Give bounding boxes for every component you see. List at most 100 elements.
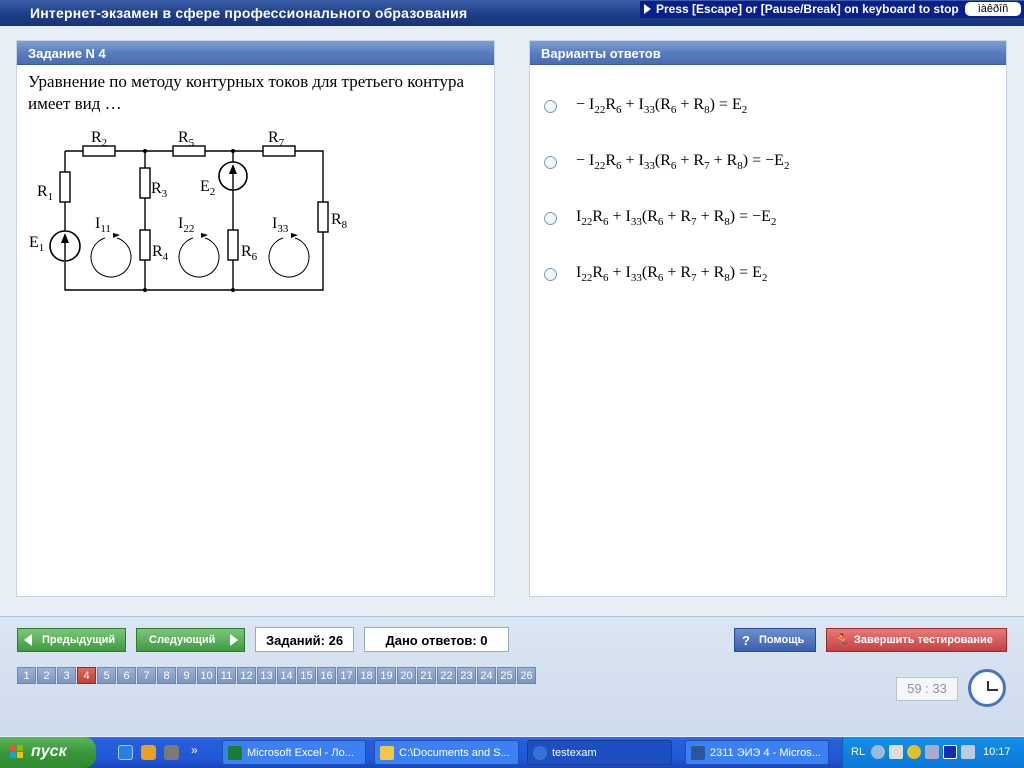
app-icon [533, 746, 547, 760]
page-button[interactable]: 11 [217, 667, 236, 684]
next-button[interactable]: Следующий [136, 628, 245, 652]
label-i33: I33 [272, 215, 289, 235]
label-r4: R4 [152, 243, 169, 263]
arrow-right-icon [230, 634, 238, 646]
escape-hint-bar: Press [Escape] or [Pause/Break] on keybo… [640, 1, 1024, 18]
page-button[interactable]: 16 [317, 667, 336, 684]
answers-panel-header: Варианты ответов [530, 41, 1006, 65]
label-e1: E1 [29, 234, 44, 254]
radio-button[interactable] [544, 212, 557, 225]
word-icon [691, 746, 705, 760]
resistors [59, 145, 329, 261]
question-panel-header: Задание N 4 [17, 41, 494, 65]
radio-button[interactable] [544, 100, 557, 113]
page-button[interactable]: 13 [257, 667, 276, 684]
help-button[interactable]: ? Помощь [734, 628, 816, 652]
page-button[interactable]: 21 [417, 667, 436, 684]
start-label: пуск [31, 743, 67, 760]
language-indicator: ìàêðîñ [965, 2, 1021, 16]
page-button[interactable]: 14 [277, 667, 296, 684]
clock-icon [968, 669, 1006, 707]
label-i22: I22 [178, 215, 194, 235]
running-man-icon: 🏃 [834, 633, 851, 648]
radio-button[interactable] [544, 156, 557, 169]
resistor-r1 [59, 171, 71, 203]
page-button[interactable]: 19 [377, 667, 396, 684]
quicklaunch-overflow[interactable]: » [191, 743, 198, 757]
page-button[interactable]: 20 [397, 667, 416, 684]
page-button[interactable]: 6 [117, 667, 136, 684]
page-button[interactable]: 15 [297, 667, 316, 684]
question-mark-icon: ? [742, 633, 750, 648]
page-button[interactable]: 17 [337, 667, 356, 684]
tasks-count: Заданий: 26 [255, 627, 354, 652]
taskbar-item-word[interactable]: 2311 ЭИЭ 4 - Micros... [685, 740, 829, 765]
folder-icon [380, 746, 394, 760]
resistor-r6 [227, 229, 239, 261]
voltage-source-e2 [218, 161, 248, 191]
windows-taskbar: пуск » Microsoft Excel - Ло... C:\Docume… [0, 737, 1024, 768]
media-icon[interactable] [943, 745, 957, 759]
previous-button[interactable]: Предыдущий [17, 628, 126, 652]
finish-test-button[interactable]: 🏃 Завершить тестирование [826, 628, 1007, 652]
taskbar-item-testexam[interactable]: testexam [527, 740, 672, 765]
keyboard-language[interactable]: RL [851, 746, 865, 758]
page-button[interactable]: 22 [437, 667, 456, 684]
page-button[interactable]: 25 [497, 667, 516, 684]
printer-icon[interactable] [889, 745, 903, 759]
escape-hint-text: Press [Escape] or [Pause/Break] on keybo… [656, 2, 959, 16]
answers-given-count: Дано ответов: 0 [364, 627, 509, 652]
page-button[interactable]: 23 [457, 667, 476, 684]
circuit-wires [64, 150, 324, 291]
page-button[interactable]: 10 [197, 667, 216, 684]
page-button[interactable]: 9 [177, 667, 196, 684]
label-r6: R6 [241, 243, 258, 263]
page-button[interactable]: 4 [77, 667, 96, 684]
windows-flag-icon [10, 745, 24, 759]
label-r3: R3 [151, 180, 168, 200]
play-icon[interactable] [925, 745, 939, 759]
resistor-r2 [82, 145, 116, 157]
tray-expand-icon[interactable] [871, 745, 885, 759]
resistor-r3 [139, 167, 151, 199]
question-text: Уравнение по методу контурных токов для … [28, 72, 465, 113]
label-r1: R1 [37, 183, 53, 203]
page-button[interactable]: 1 [17, 667, 36, 684]
label-r8: R8 [331, 211, 348, 231]
taskbar-item-excel[interactable]: Microsoft Excel - Ло... [222, 740, 366, 765]
excel-icon [228, 746, 242, 760]
clock-time: 10:17 [983, 746, 1011, 758]
label-e2: E2 [200, 178, 215, 198]
page-button[interactable]: 5 [97, 667, 116, 684]
page-button[interactable]: 7 [137, 667, 156, 684]
page-button[interactable]: 26 [517, 667, 536, 684]
answers-panel: Варианты ответов − I22R6 + I33(R6 + R8) … [529, 40, 1007, 597]
question-panel: Задание N 4 Уравнение по методу контурны… [16, 40, 495, 597]
internet-explorer-icon[interactable] [118, 745, 133, 760]
taskbar-item-label: C:\Documents and S... [399, 747, 510, 759]
media-player-icon[interactable] [141, 745, 156, 760]
start-button[interactable]: пуск [0, 737, 96, 768]
previous-label: Предыдущий [42, 634, 116, 646]
label-i11: I11 [95, 215, 111, 235]
taskbar-item-explorer[interactable]: C:\Documents and S... [374, 740, 519, 765]
resistor-r4 [139, 229, 151, 261]
timer-display: 59 : 33 [896, 677, 958, 701]
page-button[interactable]: 8 [157, 667, 176, 684]
loop-arrows [90, 237, 310, 278]
page-button[interactable]: 12 [237, 667, 256, 684]
play-arrow-icon [644, 4, 651, 14]
circuit-diagram: R2 R5 R7 R1 R3 R4 R6 R8 E1 E2 I11 I22 I3… [29, 129, 348, 292]
answer-formula: − I22R6 + I33(R6 + R8) = E2 [576, 96, 748, 117]
window-title: Интернет-экзамен в сфере профессионально… [30, 5, 468, 21]
desktop-tool-icon[interactable] [164, 745, 179, 760]
agent-icon[interactable] [907, 745, 921, 759]
page-button[interactable]: 18 [357, 667, 376, 684]
system-tray: RL 10:17 [842, 737, 1024, 768]
page-button[interactable]: 3 [57, 667, 76, 684]
radio-button[interactable] [544, 268, 557, 281]
resistor-r8 [317, 201, 329, 233]
network-icon[interactable] [961, 745, 975, 759]
page-button[interactable]: 2 [37, 667, 56, 684]
page-button[interactable]: 24 [477, 667, 496, 684]
